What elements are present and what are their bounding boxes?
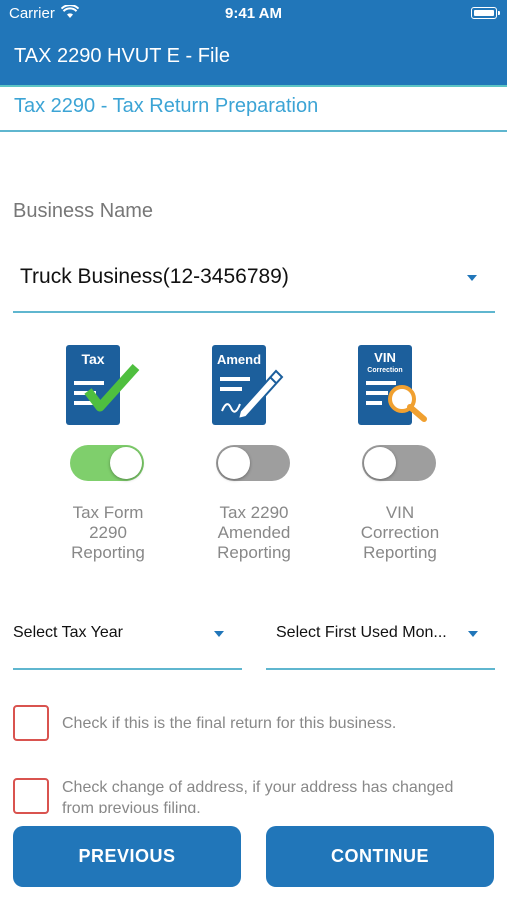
business-name-dropdown[interactable]: Truck Business(12-3456789) xyxy=(13,245,495,309)
previous-button[interactable]: PREVIOUS xyxy=(13,826,241,887)
address-change-checkbox[interactable] xyxy=(13,778,49,814)
dropdown-caret-icon xyxy=(467,275,477,281)
label-line: Amended xyxy=(217,523,291,542)
label-line: VIN xyxy=(385,503,415,522)
label-line: Reporting xyxy=(363,543,437,562)
clock: 9:41 AM xyxy=(225,5,282,22)
label-line: Check change of address, if your address… xyxy=(62,779,454,796)
business-name-underline xyxy=(13,311,495,313)
amended-label: Tax 2290 Amended Reporting xyxy=(194,503,314,563)
battery-icon xyxy=(471,7,500,19)
app-bar: TAX 2290 HVUT E - File xyxy=(0,28,507,85)
toggle-knob xyxy=(364,447,396,479)
vin-icon-subtext: Correction xyxy=(367,367,402,374)
business-name-value: Truck Business(12-3456789) xyxy=(20,265,289,288)
dropdown-caret-icon xyxy=(214,631,224,637)
divider xyxy=(0,130,507,132)
tax-form-icon: Tax xyxy=(66,345,140,427)
vin-correction-toggle[interactable] xyxy=(362,445,436,481)
vin-correction-icon: VIN Correction xyxy=(358,345,427,427)
amended-toggle[interactable] xyxy=(216,445,290,481)
toggle-knob xyxy=(110,447,142,479)
app-bar-accent-line xyxy=(0,85,507,87)
continue-button[interactable]: CONTINUE xyxy=(266,826,494,887)
app-title: TAX 2290 HVUT E - File xyxy=(14,45,230,67)
label-line: Correction xyxy=(360,523,440,542)
label-line: 2290 xyxy=(89,523,127,542)
first-used-month-underline xyxy=(266,668,495,670)
tax-form-icon-text: Tax xyxy=(81,351,104,367)
label-line: Tax Form xyxy=(72,503,144,522)
status-bar: Carrier 9:41 AM xyxy=(0,0,507,28)
amend-icon-text: Amend xyxy=(217,352,261,367)
label-line: Reporting xyxy=(217,543,291,562)
final-return-checkbox[interactable] xyxy=(13,705,49,741)
label-line: Tax 2290 xyxy=(219,503,289,522)
label-line: from previous filing. xyxy=(62,800,201,813)
business-name-label: Business Name xyxy=(13,200,154,222)
final-return-label: Check if this is the final return for th… xyxy=(62,715,397,732)
dropdown-caret-icon xyxy=(468,631,478,637)
vin-correction-label: VIN Correction Reporting xyxy=(340,503,460,563)
first-used-month-select-value: Select First Used Mon... xyxy=(276,624,447,641)
page-title: Tax 2290 - Tax Return Preparation xyxy=(14,95,319,117)
vin-icon-text: VIN xyxy=(374,350,396,365)
tax-year-select-value: Select Tax Year xyxy=(13,624,124,641)
tax-year-underline xyxy=(13,668,242,670)
first-used-month-select[interactable]: Select First Used Mon... xyxy=(266,610,495,666)
tax-year-select[interactable]: Select Tax Year xyxy=(13,610,242,666)
tax-form-toggle[interactable] xyxy=(70,445,144,481)
address-change-label: Check change of address, if your address… xyxy=(62,777,453,813)
amend-icon: Amend xyxy=(212,345,284,427)
label-line: Reporting xyxy=(71,543,145,562)
toggle-knob xyxy=(218,447,250,479)
tax-form-label: Tax Form 2290 Reporting xyxy=(48,503,168,563)
